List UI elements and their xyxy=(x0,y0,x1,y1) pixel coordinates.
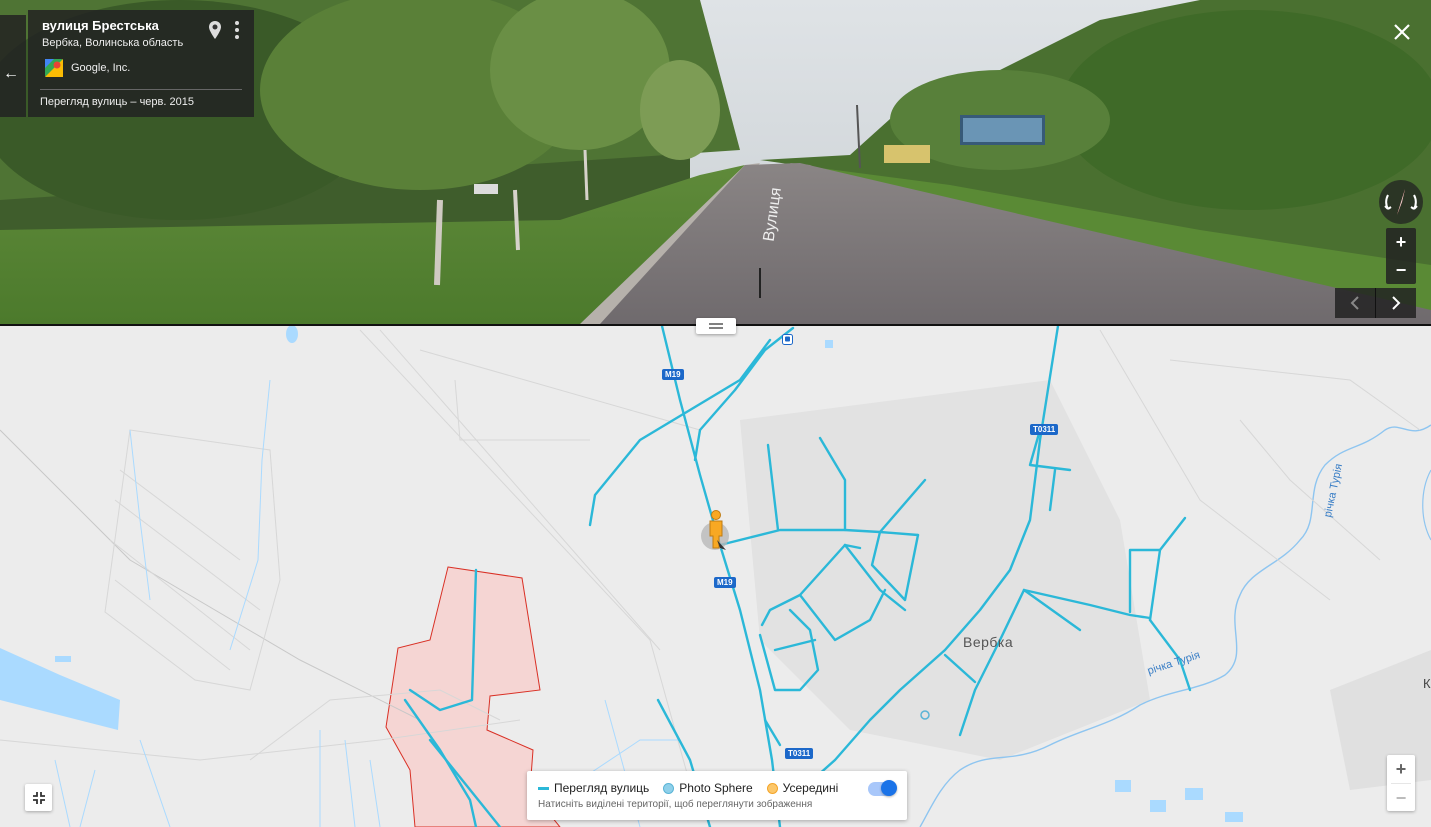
place-label-fragment: К xyxy=(1423,676,1431,691)
more-vert-icon[interactable] xyxy=(232,20,242,40)
legend-hint: Натисніть виділені території, щоб перегл… xyxy=(538,799,813,810)
pegman-icon[interactable] xyxy=(698,508,738,552)
legend-indoor: Усередині xyxy=(766,781,839,795)
chevron-right-icon xyxy=(1392,296,1401,310)
road-label-t0311: T0311 xyxy=(1030,424,1059,435)
indoor-dot-icon xyxy=(766,782,778,794)
info-separator xyxy=(40,89,242,90)
panorama-zoom-in-button[interactable]: + xyxy=(1386,228,1416,256)
legend-photo-sphere: Photo Sphere xyxy=(663,781,753,795)
map-zoom-out-button[interactable]: − xyxy=(1387,784,1415,812)
author-row[interactable]: Google, Inc. xyxy=(44,58,130,78)
next-image-button[interactable] xyxy=(1376,288,1416,318)
legend-indoor-label: Усередині xyxy=(782,781,839,795)
panorama-navigation xyxy=(1335,288,1416,318)
collapse-map-button[interactable] xyxy=(25,784,52,811)
map-zoom-in-button[interactable]: + xyxy=(1387,755,1415,783)
street-view-line-icon xyxy=(538,786,549,790)
location-title: вулиця Брестська xyxy=(42,18,159,33)
coverage-legend: Перегляд вулиць Photo Sphere Усередині Н… xyxy=(527,771,907,820)
capture-date: Перегляд вулиць – черв. 2015 xyxy=(40,96,194,108)
transit-station-icon[interactable] xyxy=(782,334,793,345)
google-maps-logo-icon xyxy=(45,59,63,77)
back-button[interactable]: ← xyxy=(0,15,26,117)
chevron-left-icon xyxy=(1350,296,1359,310)
drag-handle-icon xyxy=(709,323,723,329)
location-subtitle: Вербка, Волинська область xyxy=(42,37,184,49)
photo-sphere-dot-icon xyxy=(663,782,675,794)
road-label-t0311: T0311 xyxy=(785,748,814,759)
road-label-m19: M19 xyxy=(662,369,684,380)
map-zoom-control: + − xyxy=(1387,755,1415,811)
compass-icon[interactable] xyxy=(1379,180,1423,224)
toggle-knob xyxy=(881,780,897,796)
map-pin-icon[interactable] xyxy=(208,20,222,40)
street-view-coverage-map[interactable]: M19 M19 T0311 T0311 річка Турія річка Ту… xyxy=(0,326,1431,827)
author-name[interactable]: Google, Inc. xyxy=(71,62,130,74)
panel-resize-handle[interactable] xyxy=(696,318,736,334)
road-label-m19: M19 xyxy=(714,577,736,588)
coverage-toggle[interactable] xyxy=(868,780,897,796)
previous-image-button[interactable] xyxy=(1335,288,1375,318)
close-icon[interactable] xyxy=(1390,20,1414,44)
arrow-left-icon: ← xyxy=(3,65,19,82)
location-info-card: вулиця Брестська Вербка, Волинська облас… xyxy=(28,10,254,117)
panorama-zoom-out-button[interactable]: − xyxy=(1386,256,1416,284)
town-label: Вербка xyxy=(963,634,1014,650)
legend-street-view: Перегляд вулиць xyxy=(538,781,649,795)
legend-items: Перегляд вулиць Photo Sphere Усередині xyxy=(538,781,852,795)
collapse-icon xyxy=(32,791,45,804)
panorama-zoom-control: + − xyxy=(1386,228,1416,284)
legend-photo-sphere-label: Photo Sphere xyxy=(679,781,753,795)
legend-street-view-label: Перегляд вулиць xyxy=(554,781,650,795)
